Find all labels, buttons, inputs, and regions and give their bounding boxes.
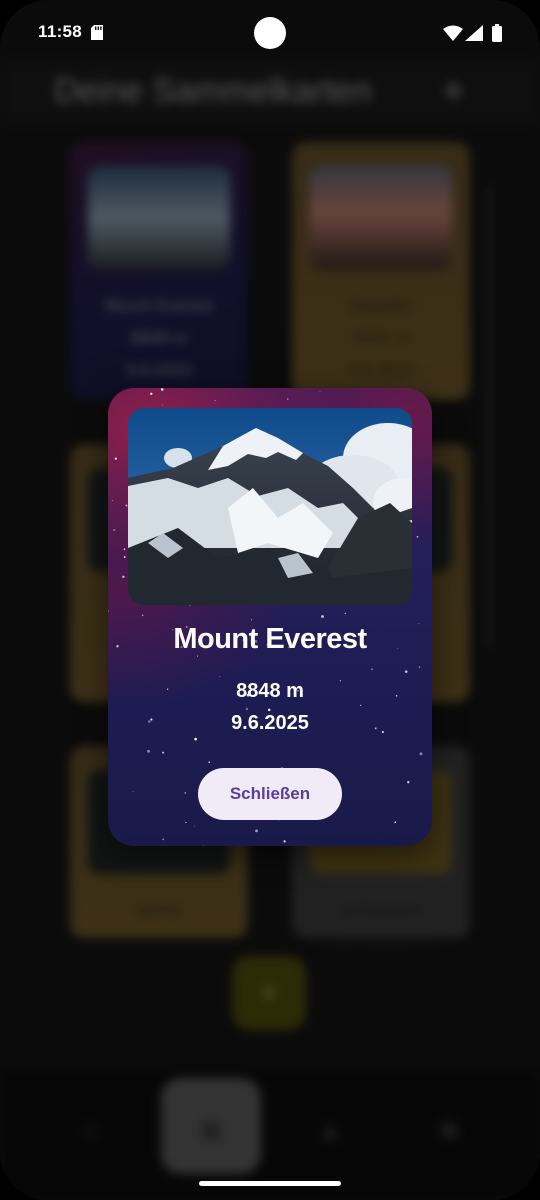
- card-height: 8848 m: [236, 680, 304, 702]
- status-bar: 11:58: [0, 0, 540, 66]
- home-indicator[interactable]: [199, 1181, 341, 1186]
- close-button[interactable]: Schließen: [198, 768, 342, 820]
- card-title: Mount Everest: [173, 623, 367, 655]
- battery-icon: [492, 24, 502, 46]
- phone-screen: Deine Sammelkarten + Mount Everest 8848 …: [0, 0, 540, 1200]
- card-date: 9.6.2025: [231, 712, 309, 734]
- mountain-photo: [128, 408, 412, 605]
- status-time: 11:58: [38, 22, 83, 41]
- sd-card-icon: [91, 25, 103, 44]
- signal-icon: [465, 25, 483, 45]
- card-detail-dialog: Mount Everest 8848 m 9.6.2025 Schließen: [108, 388, 432, 846]
- wifi-icon: [443, 25, 463, 45]
- camera-cutout: [254, 17, 286, 49]
